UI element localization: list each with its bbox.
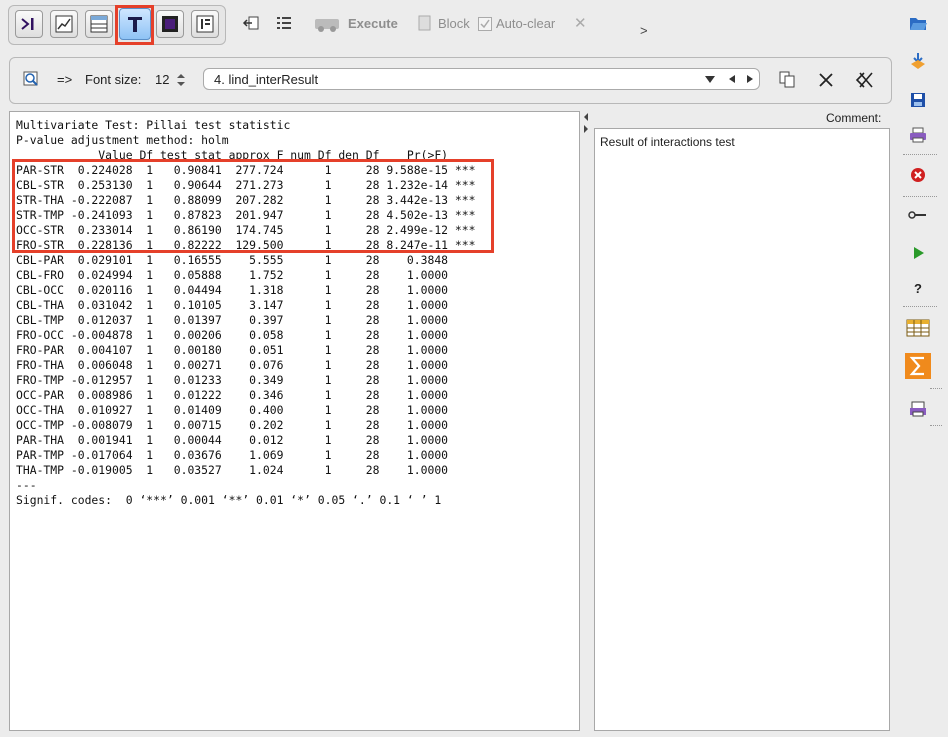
print-button[interactable] (908, 125, 928, 145)
graphics-mode-icon (162, 16, 178, 32)
text-output-pane[interactable]: Multivariate Test: Pillai test statistic… (9, 111, 580, 731)
mode-button-group (8, 5, 226, 45)
comment-label: Comment: (826, 111, 882, 125)
execute-button[interactable]: Execute (348, 16, 398, 31)
output-row: PAR-STR 0.224028 1 0.90841 277.724 1 28 … (16, 163, 476, 177)
chart-mode-button[interactable] (50, 10, 78, 38)
output-row: OCC-PAR 0.008986 1 0.01222 0.346 1 28 1.… (16, 388, 476, 402)
save-button[interactable] (908, 90, 928, 110)
sigma-icon (905, 353, 931, 379)
download-icon (911, 53, 925, 69)
autoclear-label: Auto-clear (496, 16, 556, 31)
close-icon[interactable] (818, 72, 834, 88)
pane-splitter[interactable] (582, 111, 590, 731)
output-table-header: Value Df test stat approx F num Df den D… (16, 148, 476, 162)
output-row: CBL-TMP 0.012037 1 0.01397 0.397 1 28 1.… (16, 313, 476, 327)
delete-button[interactable] (908, 165, 928, 185)
output-row: CBL-FRO 0.024994 1 0.05888 1.752 1 28 1.… (16, 268, 476, 282)
output-line: Multivariate Test: Pillai test statistic (16, 118, 291, 132)
chart-mode-icon (55, 15, 73, 33)
console-mode-button[interactable] (15, 10, 43, 38)
toolbar-separator (903, 196, 937, 197)
font-size-label: Font size: (85, 72, 142, 87)
output-row: FRO-THA 0.006048 1 0.00271 0.076 1 28 1.… (16, 358, 476, 372)
open-folder-icon (910, 18, 927, 30)
font-size-value[interactable]: 12 (155, 72, 169, 87)
block-button[interactable]: Block (438, 16, 470, 31)
copy-icon[interactable] (778, 70, 796, 88)
help-icon: ? (914, 280, 922, 296)
printer-icon (910, 127, 926, 143)
output-row: STR-TMP -0.241093 1 0.87823 201.947 1 28… (16, 208, 476, 222)
block-icon (418, 15, 431, 31)
result-select[interactable]: 4. lind_interResult (203, 68, 760, 90)
output-row: FRO-TMP -0.012957 1 0.01233 0.349 1 28 1… (16, 373, 476, 387)
help-button[interactable]: ? (908, 278, 928, 298)
splitter-arrows-icon (584, 113, 588, 133)
toolbar-separator (930, 388, 942, 389)
comment-text: Result of interactions test (600, 135, 735, 149)
text-output: Multivariate Test: Pillai test statistic… (10, 112, 579, 508)
run-button[interactable] (908, 243, 928, 263)
output-row: FRO-STR 0.228136 1 0.82222 129.500 1 28 … (16, 238, 476, 252)
previous-icon[interactable] (727, 74, 737, 84)
results-mode-icon (196, 15, 214, 33)
output-row: THA-TMP -0.019005 1 0.03527 1.024 1 28 1… (16, 463, 476, 477)
play-icon (914, 247, 924, 259)
output-row: CBL-STR 0.253130 1 0.90644 271.273 1 28 … (16, 178, 476, 192)
spreadsheet-icon (906, 319, 930, 337)
output-row: CBL-PAR 0.029101 1 0.16555 5.555 1 28 0.… (16, 253, 476, 267)
output-row: OCC-THA 0.010927 1 0.01409 0.400 1 28 1.… (16, 403, 476, 417)
results-mode-button[interactable] (191, 10, 219, 38)
more-tools-button[interactable]: > (640, 23, 648, 38)
output-row: CBL-OCC 0.020116 1 0.04494 1.318 1 28 1.… (16, 283, 476, 297)
save-icon (911, 93, 925, 107)
graphics-mode-button[interactable] (156, 10, 184, 38)
zoom-icon[interactable] (22, 70, 40, 88)
open-folder-button[interactable] (908, 13, 928, 33)
text-mode-button[interactable] (119, 8, 151, 40)
font-size-stepper-icon[interactable] (174, 73, 188, 87)
next-icon[interactable] (745, 74, 755, 84)
list-icon[interactable] (275, 14, 293, 32)
signif-codes-legend: Signif. codes: 0 ‘***’ 0.001 ‘**’ 0.01 ‘… (16, 493, 442, 507)
statistics-button[interactable] (905, 353, 931, 379)
chevron-down-icon[interactable] (704, 74, 716, 84)
output-row: OCC-TMP -0.008079 1 0.00715 0.202 1 28 1… (16, 418, 476, 432)
table-mode-icon (90, 15, 108, 33)
link-icon (908, 211, 926, 219)
output-row: FRO-OCC -0.004878 1 0.00206 0.058 1 28 1… (16, 328, 476, 342)
output-separator: --- (16, 478, 37, 492)
execute-icon (315, 19, 339, 32)
output-line: P-value adjustment method: holm (16, 133, 229, 147)
toolbar-separator (903, 306, 937, 307)
spreadsheet-button[interactable] (906, 318, 930, 338)
autoclear-checkbox[interactable] (478, 17, 492, 31)
output-row: STR-THA -0.222087 1 0.88099 207.282 1 28… (16, 193, 476, 207)
toolbar-separator (930, 425, 942, 426)
load-button[interactable] (908, 52, 928, 72)
arrow-label: => (57, 72, 73, 87)
delete-icon (911, 168, 925, 182)
stack-copy-icon (910, 401, 926, 417)
text-mode-icon (128, 17, 142, 32)
comment-field[interactable]: Result of interactions test (594, 128, 890, 731)
output-row: OCC-STR 0.233014 1 0.86190 174.745 1 28 … (16, 223, 476, 237)
output-row: CBL-THA 0.031042 1 0.10105 3.147 1 28 1.… (16, 298, 476, 312)
clear-icon[interactable]: ✕ (574, 14, 587, 32)
console-mode-icon (21, 18, 34, 30)
toolbar-separator (903, 154, 937, 155)
output-row: PAR-TMP -0.017064 1 0.03676 1.069 1 28 1… (16, 448, 476, 462)
import-icon[interactable] (242, 14, 260, 32)
copy-results-button[interactable] (908, 399, 928, 419)
link-button[interactable] (908, 205, 928, 225)
result-select-value: 4. lind_interResult (214, 72, 319, 87)
output-row: PAR-THA 0.001941 1 0.00044 0.012 1 28 1.… (16, 433, 476, 447)
output-row: FRO-PAR 0.004107 1 0.00180 0.051 1 28 1.… (16, 343, 476, 357)
close-all-icon[interactable] (855, 71, 875, 89)
table-mode-button[interactable] (85, 10, 113, 38)
